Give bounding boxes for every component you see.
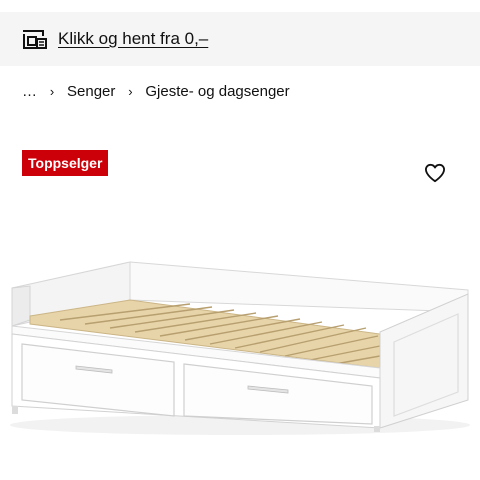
click-and-collect-banner[interactable]: Klikk og hent fra 0,– — [0, 12, 480, 66]
click-and-collect-link[interactable]: Klikk og hent fra 0,– — [58, 29, 208, 49]
top-seller-badge: Toppselger — [22, 150, 109, 176]
product-image[interactable] — [0, 250, 480, 480]
breadcrumb-item-beds[interactable]: Senger — [67, 83, 115, 100]
breadcrumb-separator-icon: › — [49, 83, 55, 99]
breadcrumb-separator-icon: › — [128, 83, 133, 99]
breadcrumb-item-more[interactable]: … — [22, 83, 37, 100]
breadcrumb-item-guest-daybeds[interactable]: Gjeste- og dagsenger — [145, 83, 289, 100]
add-to-favourites-button[interactable] — [420, 158, 450, 188]
top-seller-badge-label: Toppselger — [28, 155, 103, 171]
daybed-illustration — [10, 261, 470, 435]
product-page: Klikk og hent fra 0,– … › Senger › Gjest… — [0, 0, 480, 480]
click-and-collect-icon — [22, 28, 48, 50]
breadcrumb: … › Senger › Gjeste- og dagsenger — [22, 80, 290, 102]
heart-icon — [424, 163, 445, 183]
